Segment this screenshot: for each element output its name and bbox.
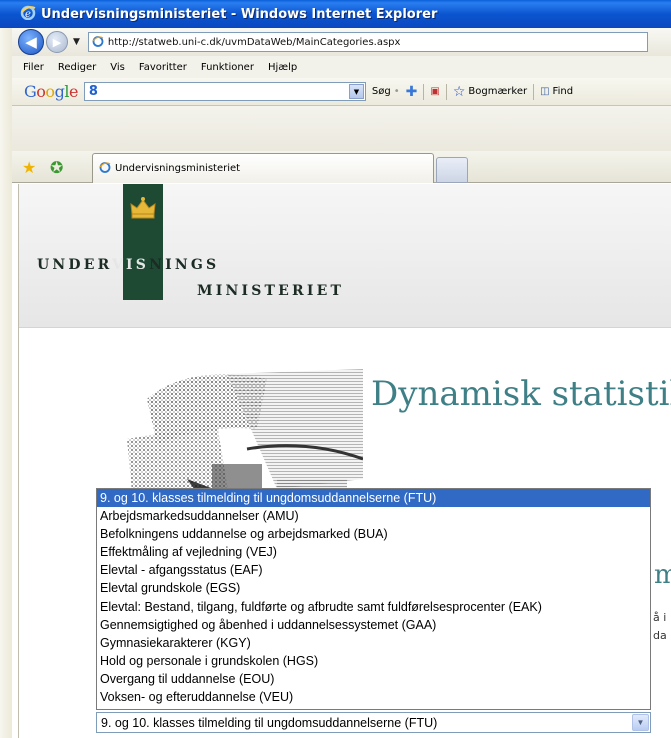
back-button[interactable]: ◀ <box>18 29 44 55</box>
tab-undervisningsministeriet[interactable]: Undervisningsministeriet <box>92 153 434 183</box>
menu-help[interactable]: Hjælp <box>268 62 297 73</box>
find-button[interactable]: ◫ Find <box>540 86 573 97</box>
category-option[interactable]: Befolkningens uddannelse og arbejdsmarke… <box>97 525 650 543</box>
back-icon: ◀ <box>25 33 37 51</box>
toolbar-divider <box>423 83 425 100</box>
find-icon: ◫ <box>540 86 550 97</box>
page-heading-fragment: m <box>654 560 671 590</box>
add-favorite-icon[interactable]: ✪ <box>50 158 63 177</box>
favorites-star-icon[interactable]: ★ <box>22 158 36 177</box>
chevron-down-icon[interactable]: ▼ <box>632 714 649 731</box>
window-titlebar: e Undervisningsministeriet - Windows Int… <box>0 0 671 28</box>
bookmarks-label: Bogmærker <box>468 86 528 97</box>
menu-view[interactable]: Vis <box>110 62 125 73</box>
tab-label: Undervisningsministeriet <box>115 163 241 174</box>
page-text-line1: å i <box>653 611 667 624</box>
address-row: ◀ ▶ ▼ http://statweb.uni-c.dk/uvmDataWeb… <box>12 28 671 56</box>
forward-button[interactable]: ▶ <box>46 31 68 53</box>
chevron-down-icon[interactable]: ▼ <box>348 84 364 99</box>
toolbar-filler <box>12 106 671 151</box>
logo-text-under: UNDER <box>37 257 112 273</box>
logo-text-nings: NINGS <box>149 257 220 273</box>
menu-bar: Filer Rediger Vis Favoritter Funktioner … <box>12 56 671 78</box>
logo-line1: UNDERVISNINGS <box>37 257 219 273</box>
plus-icon[interactable]: ✚ <box>406 84 418 100</box>
google-toolbar: Google 8 ▼ Søg • ✚ ▣ ☆ Bogmærker ◫ Find <box>12 78 671 106</box>
page-title: Dynamisk statistik <box>371 374 671 414</box>
ie-logo-icon: e <box>20 4 36 24</box>
menu-file[interactable]: Filer <box>23 62 44 73</box>
category-option[interactable]: Elevtal - afgangsstatus (EAF) <box>97 561 650 579</box>
menu-edit[interactable]: Rediger <box>58 62 96 73</box>
window-title: Undervisningsministeriet - Windows Inter… <box>41 6 438 22</box>
forward-icon: ▶ <box>52 35 62 49</box>
history-dropdown[interactable]: ▼ <box>73 37 80 47</box>
svg-text:e: e <box>25 9 31 20</box>
window-frame <box>0 28 12 738</box>
toolbar-divider <box>533 83 535 100</box>
menu-tools[interactable]: Funktioner <box>201 62 254 73</box>
category-option[interactable]: Voksen- og efteruddannelse (VEU) <box>97 688 650 706</box>
google-search-input[interactable]: 8 ▼ <box>83 82 366 101</box>
page-text-line2: da <box>653 629 667 642</box>
google-search-button[interactable]: Søg • <box>372 86 400 97</box>
page-favicon-icon <box>92 35 104 50</box>
google-logo: Google <box>24 82 78 101</box>
find-label: Find <box>552 86 574 97</box>
page-text-fragment: å i da <box>653 609 667 645</box>
address-bar[interactable]: http://statweb.uni-c.dk/uvmDataWeb/MainC… <box>87 32 648 52</box>
popup-blocker-icon[interactable]: ▣ <box>430 86 439 97</box>
category-option[interactable]: Effektmåling af vejledning (VEJ) <box>97 543 650 561</box>
crown-icon <box>129 196 157 224</box>
category-option[interactable]: 9. og 10. klasses tilmelding til ungdoms… <box>97 489 650 508</box>
bookmarks-star-icon: ☆ <box>452 83 466 100</box>
menu-favorites[interactable]: Favoritter <box>139 62 187 73</box>
tab-row: ★ ✪ Undervisningsministeriet <box>12 151 671 183</box>
page-header: UNDERVISNINGS MINISTERIET <box>19 184 671 328</box>
tab-favicon-icon <box>99 161 111 176</box>
toolbar-divider <box>445 83 447 100</box>
new-tab-button[interactable] <box>436 157 468 183</box>
category-option[interactable]: Gymnasiekarakterer (KGY) <box>97 634 650 652</box>
category-select[interactable]: 9. og 10. klasses tilmelding til ungdoms… <box>96 712 651 733</box>
category-option[interactable]: Elevtal: Bestand, tilgang, fuldførte og … <box>97 598 650 616</box>
logo-line2: MINISTERIET <box>197 283 345 299</box>
logo-text-vis: VIS <box>111 257 150 273</box>
category-select-value: 9. og 10. klasses tilmelding til ungdoms… <box>101 715 438 730</box>
bookmarks-button[interactable]: ☆ Bogmærker <box>453 84 527 100</box>
category-option[interactable]: Elevtal grundskole (EGS) <box>97 579 650 597</box>
category-option[interactable]: Arbejdsmarkedsuddannelser (AMU) <box>97 507 650 525</box>
category-option[interactable]: Hold og personale i grundskolen (HGS) <box>97 652 650 670</box>
category-option[interactable]: Gennemsigtighed og åbenhed i uddannelses… <box>97 616 650 634</box>
category-dropdown-list[interactable]: 9. og 10. klasses tilmelding til ungdoms… <box>96 488 651 710</box>
category-option[interactable]: Overgang til uddannelse (EOU) <box>97 670 650 688</box>
address-url: http://statweb.uni-c.dk/uvmDataWeb/MainC… <box>107 36 401 48</box>
google-search-logo: 8 <box>88 84 98 99</box>
google-search-label: Søg <box>371 86 391 97</box>
